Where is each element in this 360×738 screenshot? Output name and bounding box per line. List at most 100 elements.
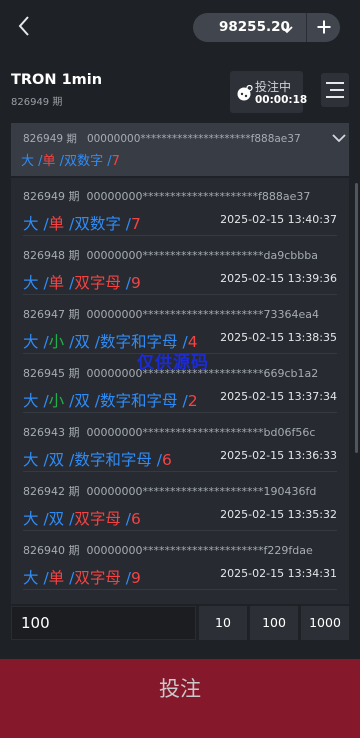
watermark-text: 仅供源码 [137,353,209,373]
result-part: 大 [23,510,39,528]
row-time: 2025-02-15 13:38:35 [220,331,337,344]
row-period: 826945 期 [23,367,80,380]
row-hash: 00000000**********************bd06f56c [86,426,316,439]
row-period: 826947 期 [23,308,80,321]
latest-period: 826949 期 [23,133,77,145]
result-part: / [120,274,132,292]
row-time: 2025-02-15 13:39:36 [220,272,337,285]
result-part: 双数字 [74,215,121,233]
chip-10-button[interactable]: 10 [199,606,247,640]
history-row: 826949 期 00000000*********************f8… [23,178,337,236]
result-part: 单 [42,154,56,169]
result-part: 大 [23,451,39,469]
row-meta: 826947 期 00000000**********************7… [23,306,319,322]
result-part: / [64,510,75,528]
chevron-down-icon[interactable] [280,21,294,34]
row-result: 大 /单 /双字母 /9 [23,566,141,588]
current-period: 826949 期 [11,97,63,108]
result-part: / [64,392,75,410]
result-part: / [120,510,132,528]
result-part: 6 [162,451,172,469]
latest-meta: 826949 期 00000000*********************f8… [23,131,301,146]
result-part: / [64,569,75,587]
latest-result: 大 /单 /双数字 /7 [21,150,120,169]
history-row: 826940 期 00000000**********************f… [23,532,337,590]
back-arrow-icon[interactable] [14,14,36,38]
result-part: / [64,451,75,469]
result-part: 大 [23,569,39,587]
result-part: 6 [131,510,141,528]
result-part: / [64,333,75,351]
result-part: / [151,451,163,469]
result-part: / [89,333,101,351]
row-time: 2025-02-15 13:40:37 [220,213,337,226]
row-meta: 826948 期 00000000**********************d… [23,247,318,263]
row-hash: 00000000**********************f229fdae [86,544,313,557]
result-part: 9 [131,569,141,587]
result-part: 大 [23,274,39,292]
bet-amount-input[interactable] [11,606,196,640]
result-part: / [38,392,49,410]
row-hash: 00000000**********************da9cbbba [86,249,318,262]
row-time: 2025-02-15 13:36:33 [220,449,337,462]
bet-status-box: 投注中 00:00:18 [230,71,307,113]
add-funds-button[interactable] [306,13,340,42]
row-period: 826948 期 [23,249,80,262]
row-meta: 826949 期 00000000*********************f8… [23,188,310,204]
result-part: / [177,392,188,410]
result-part: 双 [74,392,90,410]
result-part: / [34,154,43,169]
result-part: / [38,215,49,233]
row-result: 大 /双 /双字母 /6 [23,507,141,529]
result-part: / [120,569,132,587]
bet-status-label: 投注中 [255,80,292,94]
result-part: 9 [131,274,141,292]
menu-button[interactable] [321,73,349,107]
result-part: 双 [48,510,65,528]
result-part: 单 [48,215,65,233]
row-time: 2025-02-15 13:34:31 [220,567,337,580]
latest-result-panel[interactable]: 826949 期 00000000*********************f8… [11,123,349,176]
row-result: 大 /双 /数字和字母 /6 [23,448,172,470]
result-part: 双 [74,333,90,351]
row-time: 2025-02-15 13:37:34 [220,390,337,403]
result-part: 2 [187,392,198,410]
place-bet-button[interactable]: 投注 [0,659,360,738]
row-time: 2025-02-15 13:35:32 [220,508,337,521]
balance-pill[interactable]: 98255.20 [193,13,340,42]
result-part: 小 [48,392,65,410]
row-meta: 826943 期 00000000**********************b… [23,424,315,440]
row-period: 826943 期 [23,426,80,439]
result-part: / [38,510,49,528]
dice-icon [237,84,253,105]
result-part: 大 [21,154,35,169]
result-part: / [55,154,65,169]
result-part: / [120,215,132,233]
row-period: 826949 期 [23,190,80,203]
row-period: 826940 期 [23,544,80,557]
row-meta: 826940 期 00000000**********************f… [23,542,313,558]
chevron-down-icon[interactable] [331,129,347,148]
result-part: 单 [48,569,65,587]
chip-1000-button[interactable]: 1000 [301,606,349,640]
result-part: / [103,154,112,169]
result-part: 单 [48,274,65,292]
result-part: 大 [23,392,39,410]
history-list: 826949 期 00000000*********************f8… [11,178,349,604]
history-row: 826947 期 00000000**********************7… [23,296,337,354]
row-result: 大 /小 /双 /数字和字母 /2 [23,389,198,411]
row-hash: 00000000**********************73364ea4 [86,308,320,321]
result-part: / [64,215,75,233]
result-part: 双字母 [74,569,121,587]
chip-100-button[interactable]: 100 [250,606,298,640]
result-part: / [38,451,49,469]
scrollbar[interactable] [355,183,358,453]
top-bar: 98255.20 [0,0,360,56]
row-hash: 00000000*********************f888ae37 [86,190,311,203]
result-part: / [38,569,49,587]
result-part: 大 [23,333,39,351]
amount-bar: 10 100 1000 [0,604,360,640]
row-period: 826942 期 [23,485,80,498]
result-part: 7 [111,154,120,169]
latest-hash: 00000000*********************f888ae37 [86,133,301,145]
